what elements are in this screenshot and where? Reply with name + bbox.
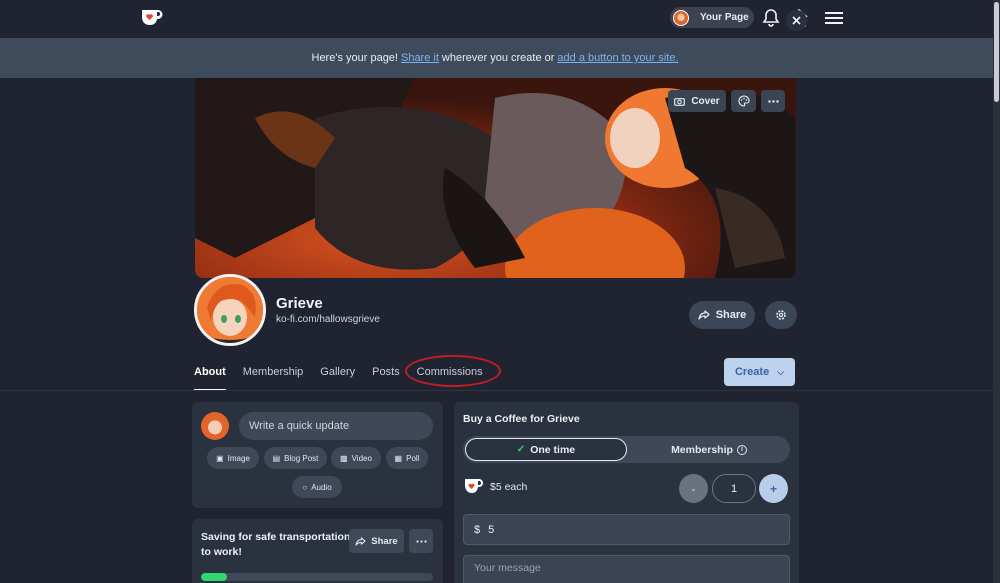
tab-membership[interactable]: Membership xyxy=(243,366,304,390)
message-input[interactable]: Your message xyxy=(463,555,790,583)
video-button[interactable]: ▩ Video xyxy=(331,447,381,469)
amount-value: 5 xyxy=(488,523,495,536)
one-time-option[interactable]: ✓ One time xyxy=(465,438,627,461)
avatar-illustration xyxy=(197,277,263,343)
buy-coffee-title: Buy a Coffee for Grieve xyxy=(463,413,580,425)
goal-progress-bar xyxy=(201,573,433,581)
price-each: $5 each xyxy=(490,481,528,493)
currency-symbol: $ xyxy=(474,523,481,536)
palette-icon xyxy=(738,95,750,107)
banner-close-button[interactable] xyxy=(786,10,807,31)
banner-text-prefix: Here's your page! xyxy=(311,52,398,64)
image-button[interactable]: ▣ Image xyxy=(207,447,259,469)
audio-icon: ○ xyxy=(302,482,308,492)
membership-option[interactable]: Membership i xyxy=(630,438,788,461)
bell-icon[interactable] xyxy=(761,8,781,28)
tab-posts[interactable]: Posts xyxy=(372,366,400,390)
blog-post-icon: ▤ xyxy=(272,453,281,463)
quick-update-input[interactable]: Write a quick update xyxy=(239,412,433,440)
menu-icon[interactable] xyxy=(824,8,844,28)
more-icon xyxy=(415,539,427,543)
camera-icon xyxy=(674,97,686,106)
membership-label: Membership xyxy=(671,443,733,456)
quantity-increase-button[interactable]: + xyxy=(759,474,788,503)
image-icon: ▣ xyxy=(216,453,224,463)
theme-palette-button[interactable] xyxy=(731,90,756,112)
quantity-decrease-button[interactable]: - xyxy=(679,474,708,503)
notice-banner: Here's your page! Share it wherever you … xyxy=(0,38,993,78)
chevron-down-icon: ⌵ xyxy=(777,366,785,377)
avatar xyxy=(673,9,689,26)
amount-input[interactable]: $ 5 xyxy=(463,514,790,545)
your-page-button[interactable]: Your Page xyxy=(670,7,754,28)
cover-more-button[interactable] xyxy=(761,90,785,112)
image-label: Image xyxy=(227,453,250,463)
create-label: Create xyxy=(734,366,770,378)
profile-avatar[interactable] xyxy=(194,274,266,346)
cover-button-label: Cover xyxy=(691,95,720,107)
share-it-link[interactable]: Share it xyxy=(401,52,439,64)
blog-post-button[interactable]: ▤ Blog Post xyxy=(264,447,327,469)
close-icon xyxy=(792,16,801,25)
blog-post-label: Blog Post xyxy=(284,453,319,463)
audio-button[interactable]: ○ Audio xyxy=(292,476,342,498)
profile-share-button[interactable]: Share xyxy=(689,301,755,329)
goal-share-button[interactable]: Share xyxy=(349,529,404,553)
info-icon[interactable]: i xyxy=(736,444,747,455)
gear-icon xyxy=(776,310,786,320)
tabs-divider xyxy=(0,390,993,391)
share-label: Share xyxy=(715,309,747,321)
cover-button[interactable]: Cover xyxy=(668,90,726,112)
kofi-logo-icon[interactable] xyxy=(140,7,164,27)
share-icon xyxy=(355,536,366,546)
poll-label: Poll xyxy=(406,453,420,463)
check-icon: ✓ xyxy=(516,444,526,455)
add-button-link[interactable]: add a button to your site. xyxy=(557,52,678,64)
quantity-value[interactable]: 1 xyxy=(712,474,756,503)
create-button[interactable]: Create ⌵ xyxy=(724,358,795,386)
video-label: Video xyxy=(351,453,372,463)
profile-name: Grieve xyxy=(276,295,323,312)
commissions-highlight-circle xyxy=(405,355,501,387)
avatar xyxy=(201,412,229,440)
tab-about[interactable]: About xyxy=(194,366,226,391)
coffee-cup-icon xyxy=(465,479,483,493)
top-navigation: Your Page xyxy=(0,0,1000,38)
tab-gallery[interactable]: Gallery xyxy=(320,366,355,390)
poll-button[interactable]: ▦ Poll xyxy=(386,447,428,469)
one-time-label: One time xyxy=(530,443,576,456)
banner-text-middle: wherever you create or xyxy=(441,52,555,64)
scrollbar-thumb[interactable] xyxy=(994,2,999,102)
goal-progress-fill xyxy=(201,573,227,581)
goal-title: Saving for safe transportation to work! xyxy=(201,531,351,558)
your-page-label: Your Page xyxy=(700,12,749,23)
poll-icon: ▦ xyxy=(394,453,403,463)
goal-share-label: Share xyxy=(371,535,398,547)
goal-more-button[interactable] xyxy=(409,529,433,553)
audio-label: Audio xyxy=(311,482,332,492)
share-icon xyxy=(698,310,710,320)
video-icon: ▩ xyxy=(340,453,348,463)
more-icon xyxy=(767,99,779,103)
settings-button[interactable] xyxy=(765,301,797,329)
profile-url: ko-fi.com/hallowsgrieve xyxy=(276,314,380,325)
